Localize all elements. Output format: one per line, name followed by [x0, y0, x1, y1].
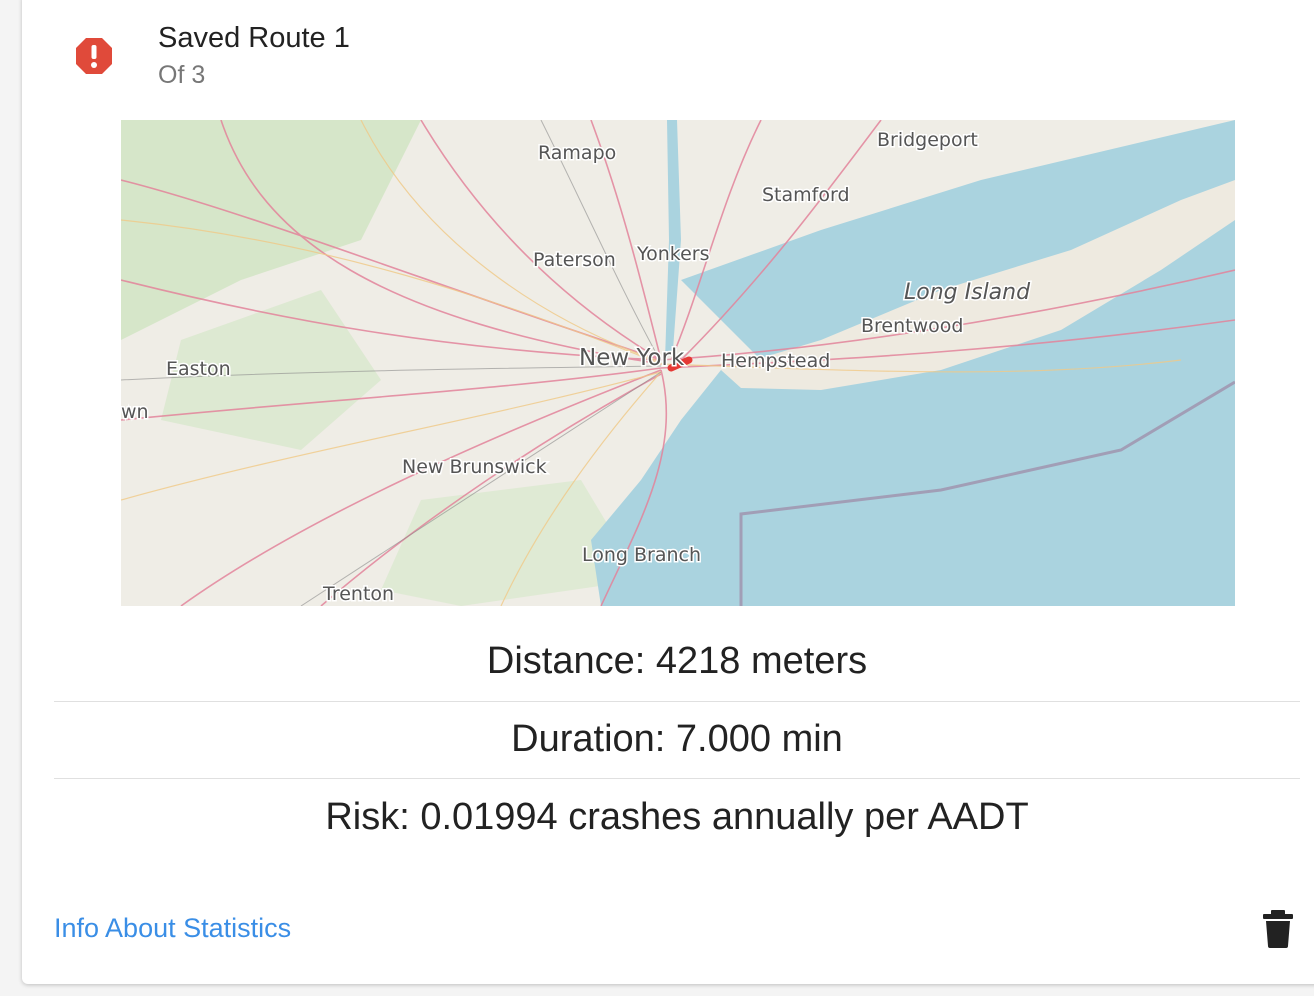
- map-canvas: Bridgeport Ramapo Stamford Yonkers Pater…: [121, 120, 1235, 606]
- info-about-statistics-link[interactable]: Info About Statistics: [54, 913, 291, 944]
- map-label-easton: Easton: [166, 358, 231, 380]
- map-label-ramapo: Ramapo: [538, 142, 616, 164]
- alert-octagon-icon: [76, 38, 112, 74]
- map-label-yonkers: Yonkers: [636, 243, 709, 265]
- map-label-long-island: Long Island: [904, 280, 1031, 305]
- divider: [54, 778, 1300, 779]
- route-subtitle: Of 3: [158, 61, 206, 89]
- distance-stat: Distance: 4218 meters: [486, 640, 868, 682]
- saved-route-card: Saved Route 1 Of 3 Bridgeport Ramapo Sta…: [22, 0, 1314, 984]
- map-label-bridgeport: Bridgeport: [877, 129, 978, 151]
- card-header: Saved Route 1 Of 3: [22, 0, 1314, 104]
- map-label-trenton: Trenton: [322, 583, 394, 605]
- divider: [54, 701, 1300, 702]
- trash-icon[interactable]: [1260, 908, 1296, 948]
- map-label-new-york: New York: [579, 345, 685, 371]
- map-label-paterson: Paterson: [533, 249, 616, 271]
- map-label-hempstead: Hempstead: [721, 350, 830, 372]
- risk-stat: Risk: 0.01994 crashes annually per AADT: [325, 796, 1029, 838]
- map-label-brentwood: Brentwood: [861, 315, 963, 337]
- route-map[interactable]: Bridgeport Ramapo Stamford Yonkers Pater…: [121, 120, 1235, 606]
- map-label-new-brunswick: New Brunswick: [402, 456, 547, 478]
- map-label-stamford: Stamford: [762, 184, 850, 206]
- map-label-long-branch: Long Branch: [582, 544, 701, 566]
- route-title: Saved Route 1: [158, 22, 350, 54]
- duration-stat: Duration: 7.000 min: [511, 718, 843, 760]
- map-label-wn: wn: [121, 401, 149, 423]
